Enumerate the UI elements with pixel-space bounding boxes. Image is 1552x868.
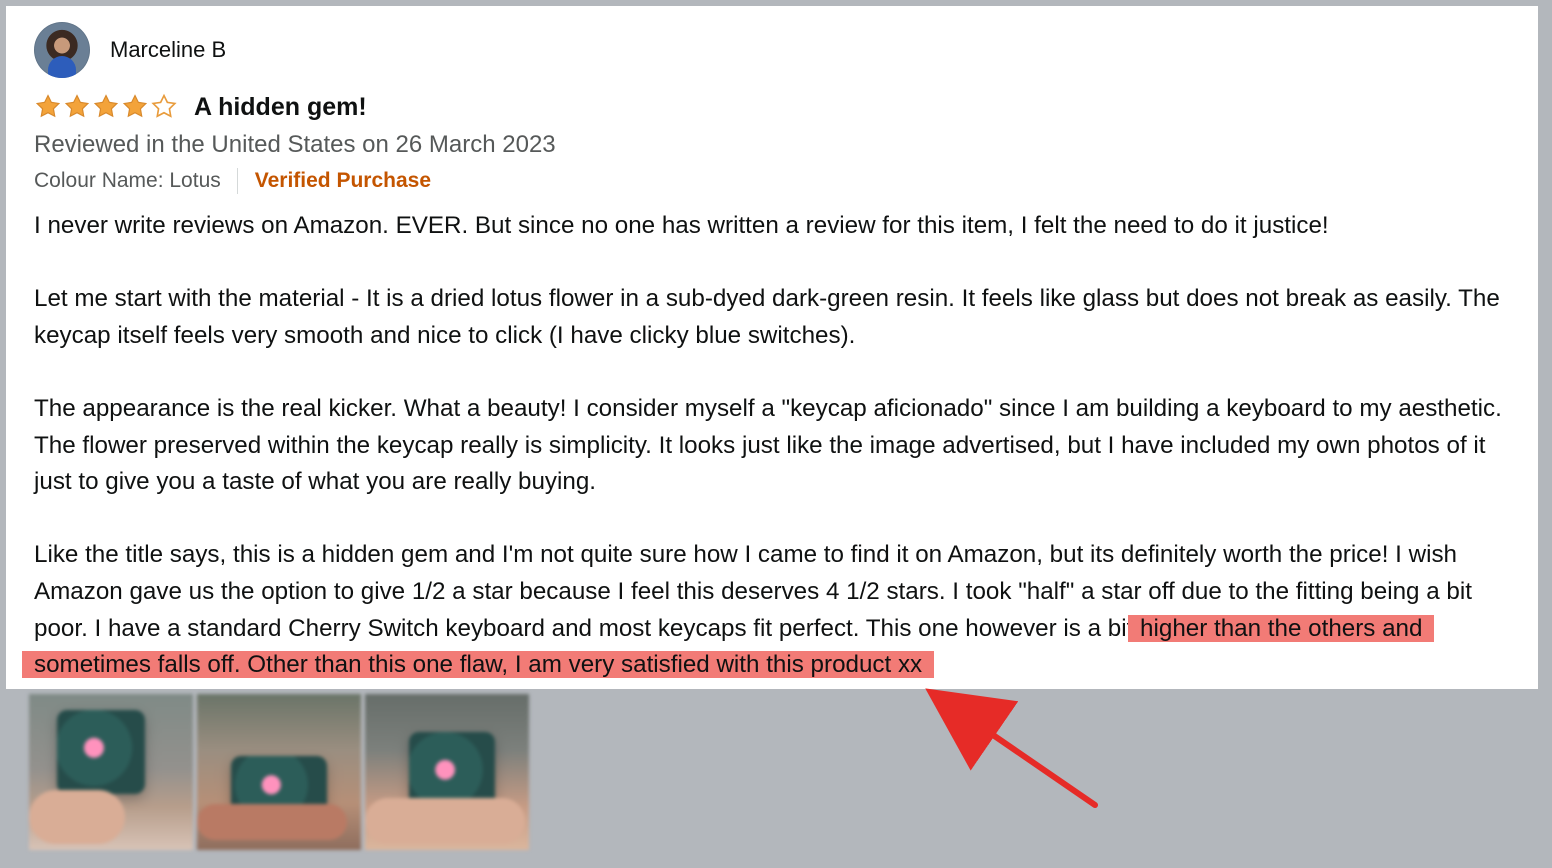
review-photo-thumbnail[interactable] [197,694,361,850]
star-icon [35,94,61,118]
reviewer-profile[interactable]: Marceline B [34,18,226,82]
star-icon [64,94,90,118]
keycap-image-shape [57,710,145,794]
hand-image-shape [365,798,525,844]
star-outline-icon [151,93,177,118]
reviewer-name[interactable]: Marceline B [110,38,226,62]
review-photo-thumbnail[interactable] [365,694,529,850]
review-paragraph-final: Like the title says, this is a hidden ge… [22,537,1516,683]
review-body: I never write reviews on Amazon. EVER. B… [22,208,1516,684]
review-paragraph: The appearance is the real kicker. What … [34,394,1502,496]
verified-purchase-badge: Verified Purchase [254,169,432,192]
review-meta-row: Colour Name: Lotus Verified Purchase [34,166,431,196]
star-icon [93,94,119,118]
colour-name: Colour Name: Lotus [34,169,221,192]
review-photo-strip [29,694,529,850]
review-card: Marceline B A hidden gem! Reviewed in th… [6,6,1538,689]
star-rating [34,93,178,121]
review-title-row: A hidden gem! [34,92,367,122]
star-icon [122,94,148,118]
hand-image-shape [29,790,125,844]
review-date: Reviewed in the United States on 26 Marc… [34,131,556,158]
review-title[interactable]: A hidden gem! [194,92,367,122]
meta-divider [236,168,238,194]
avatar[interactable] [34,22,90,78]
review-paragraph: I never write reviews on Amazon. EVER. B… [34,212,1329,239]
review-photo-thumbnail[interactable] [29,694,193,850]
hand-image-shape [197,804,347,840]
review-paragraph: Let me start with the material - It is a… [34,285,1500,349]
